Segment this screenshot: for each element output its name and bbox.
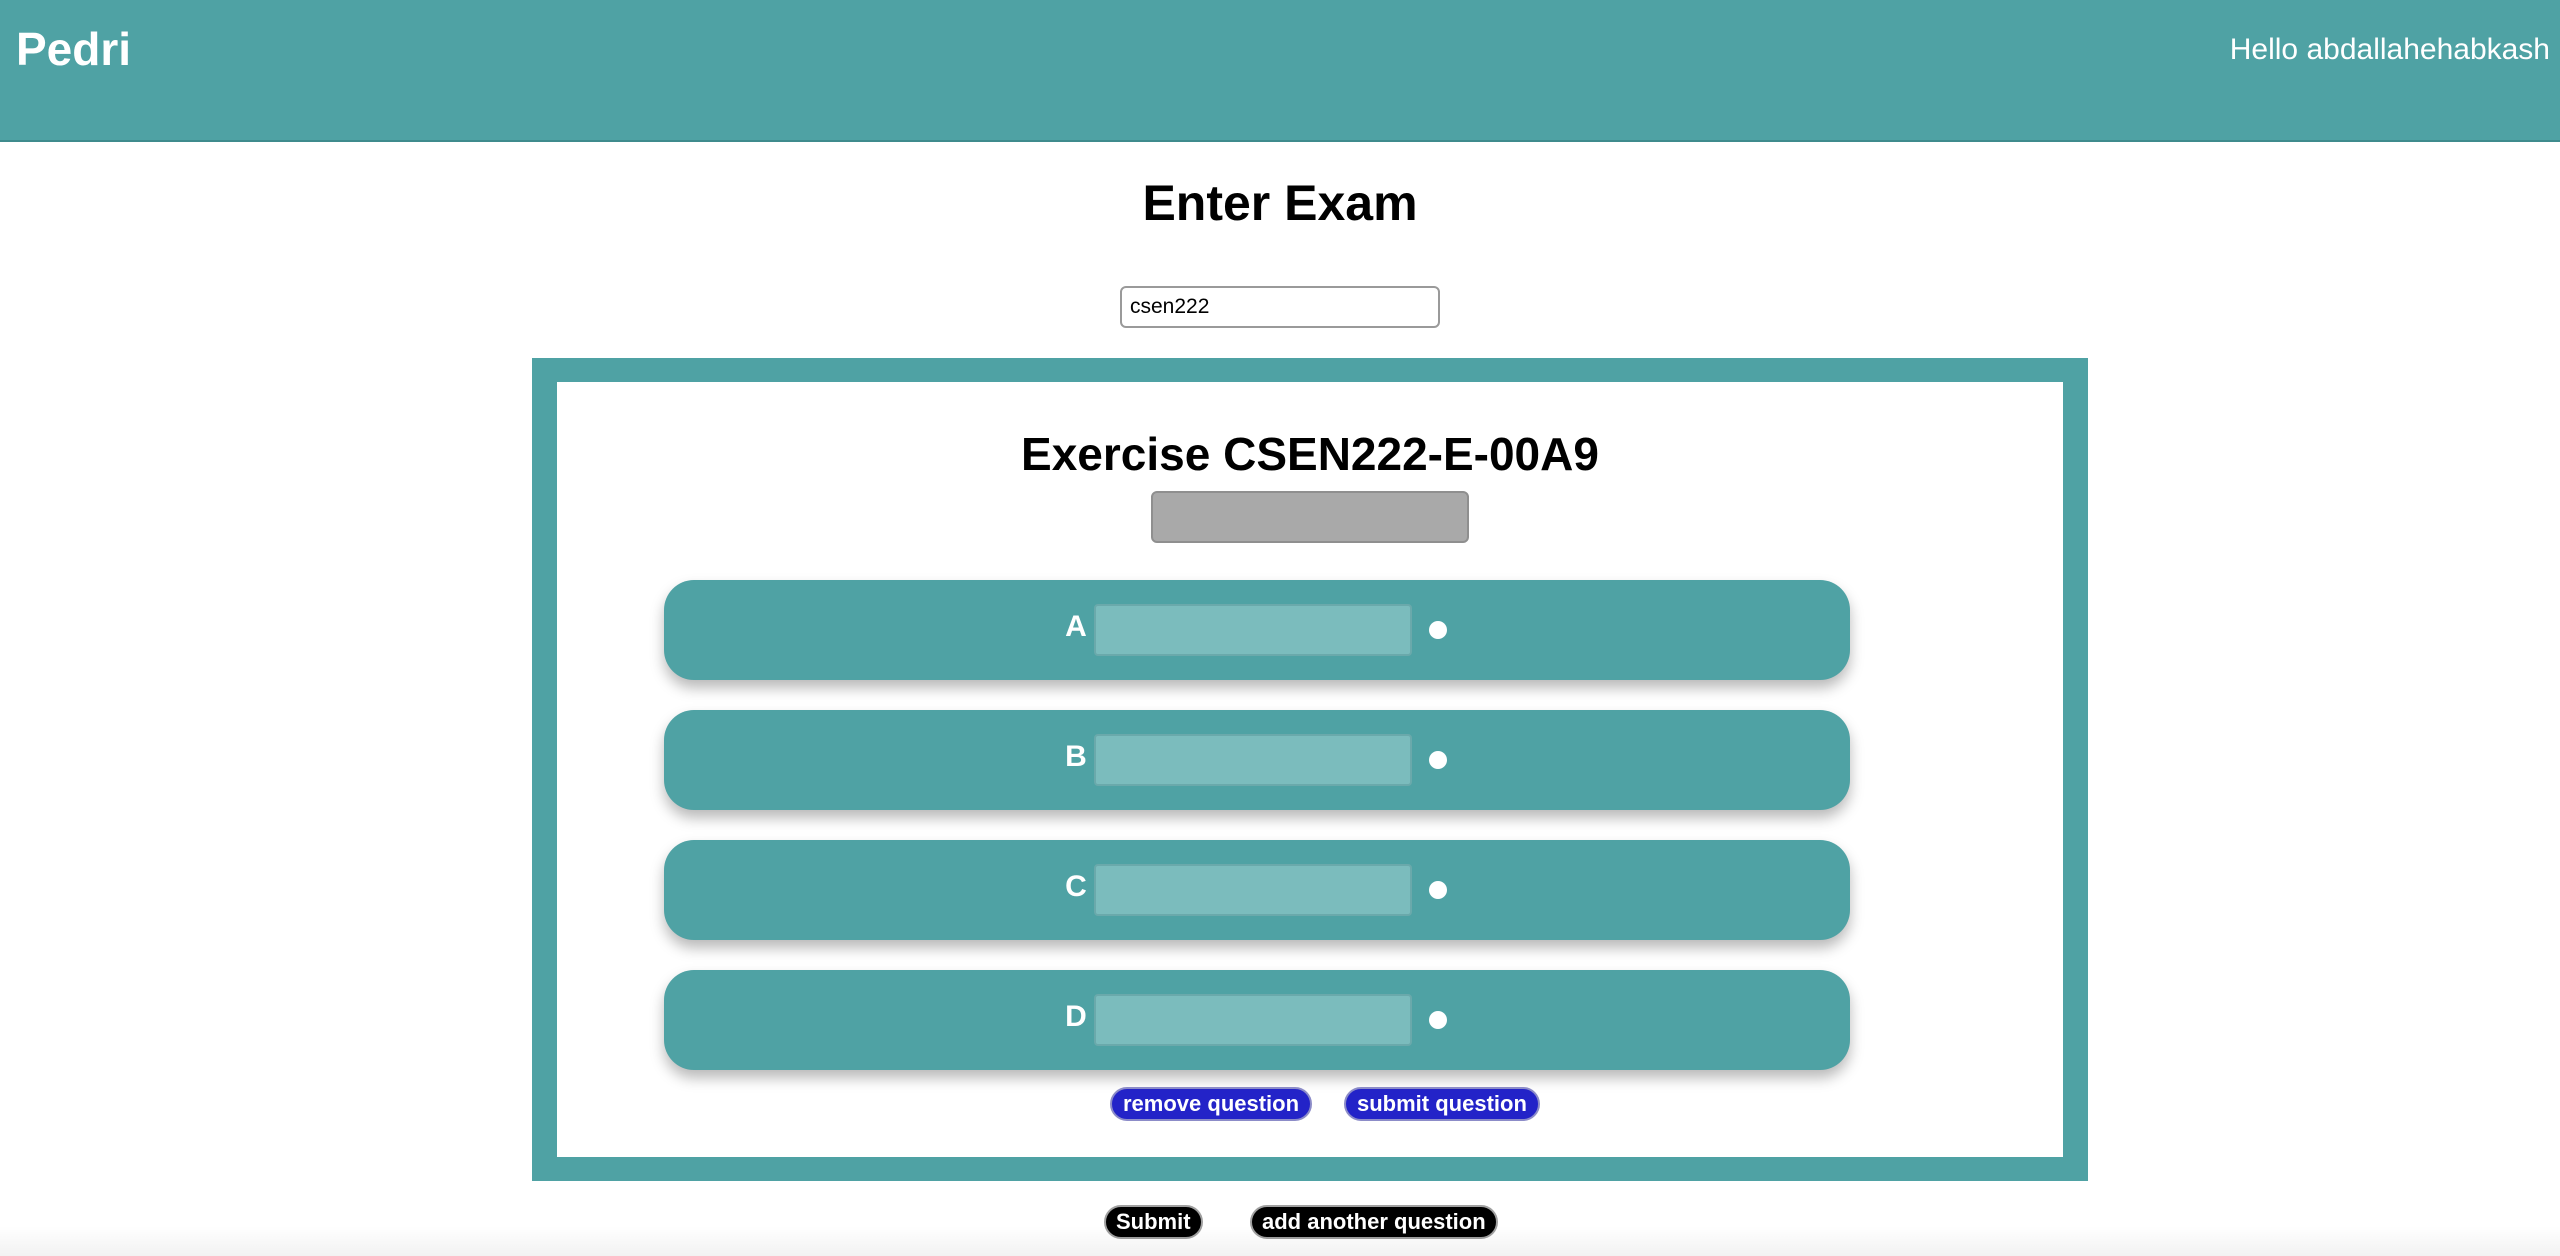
user-greeting: Hello abdallahehabkash: [2229, 33, 2550, 66]
option-a-input[interactable]: [1094, 604, 1412, 656]
option-d-input[interactable]: [1094, 994, 1412, 1046]
submit-question-button[interactable]: submit question: [1344, 1087, 1540, 1121]
option-row-d: D: [664, 970, 1850, 1070]
option-a-radio[interactable]: [1429, 621, 1447, 639]
bottom-shadow: [0, 1226, 2560, 1256]
option-letter: A: [1065, 610, 1087, 643]
option-row-a: A: [664, 580, 1850, 680]
option-row-b: B: [664, 710, 1850, 810]
exercise-card: Exercise CSEN222-E-00A9 A B C D remove q…: [557, 382, 2063, 1157]
exercise-frame: Exercise CSEN222-E-00A9 A B C D remove q…: [532, 358, 2088, 1181]
option-b-radio[interactable]: [1429, 751, 1447, 769]
option-b-input[interactable]: [1094, 734, 1412, 786]
option-letter: B: [1065, 740, 1087, 773]
top-navbar: Pedri Hello abdallahehabkash: [0, 0, 2560, 142]
option-c-radio[interactable]: [1429, 881, 1447, 899]
option-c-input[interactable]: [1094, 864, 1412, 916]
question-text-input[interactable]: [1151, 491, 1469, 543]
brand-logo[interactable]: Pedri: [16, 22, 131, 76]
option-d-radio[interactable]: [1429, 1011, 1447, 1029]
option-letter: D: [1065, 1000, 1087, 1033]
remove-question-button[interactable]: remove question: [1110, 1087, 1313, 1121]
page-title: Enter Exam: [1142, 175, 1418, 231]
exercise-title: Exercise CSEN222-E-00A9: [1021, 428, 1599, 480]
exam-code-input[interactable]: [1120, 286, 1440, 328]
option-letter: C: [1065, 870, 1087, 903]
option-row-c: C: [664, 840, 1850, 940]
